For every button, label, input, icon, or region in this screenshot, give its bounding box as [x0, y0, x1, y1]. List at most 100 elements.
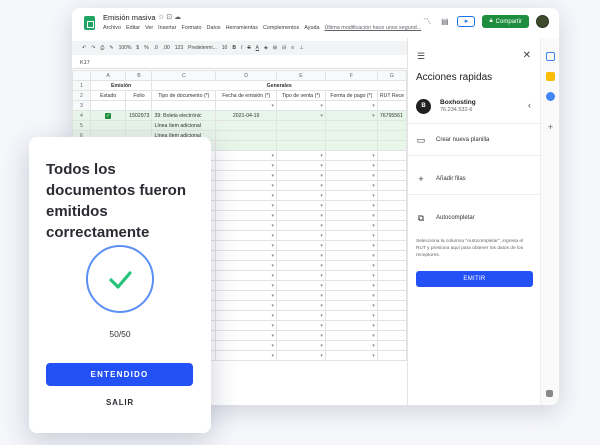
cell[interactable] — [376, 220, 407, 231]
chevron-left-icon[interactable]: ‹ — [528, 100, 531, 110]
cell[interactable] — [376, 200, 407, 211]
menu-item-6[interactable]: Herramientas — [226, 25, 258, 31]
cell[interactable]: ▾ — [276, 270, 326, 281]
cell[interactable]: ▾ — [276, 180, 326, 191]
cell[interactable]: ▾ — [276, 220, 326, 231]
cell[interactable]: ▾ — [324, 260, 378, 271]
cell[interactable]: ▾ — [324, 290, 378, 301]
column-header[interactable]: Estado — [89, 90, 127, 101]
menu-item-7[interactable]: Complementos — [263, 25, 299, 31]
column-header[interactable]: Folio — [125, 90, 153, 101]
redo-icon[interactable]: ↷ — [91, 45, 95, 51]
table-row[interactable]: 1 Emisión Generales — [72, 80, 407, 91]
cell[interactable]: ▾ — [324, 170, 378, 181]
cell[interactable]: ▾ — [276, 170, 326, 181]
cell[interactable] — [376, 120, 407, 131]
bold-button[interactable]: B — [232, 45, 236, 51]
cell[interactable]: ▾ — [215, 350, 278, 361]
column-header[interactable]: Forma de pago (*) — [324, 90, 378, 101]
cell[interactable] — [376, 130, 407, 141]
cloud-icon[interactable]: ☁ — [174, 14, 183, 21]
menu-item-1[interactable]: Editar — [126, 25, 140, 31]
comment-icon[interactable]: ▤ — [439, 16, 450, 27]
column-letter[interactable]: D — [215, 70, 278, 81]
date-cell[interactable]: 2021-04-19 — [215, 110, 278, 121]
folio-cell[interactable]: 1502973 — [125, 110, 153, 121]
text-color-button[interactable]: A — [256, 45, 259, 51]
cell[interactable] — [376, 180, 407, 191]
cell[interactable]: ▾ — [215, 340, 278, 351]
cell[interactable] — [89, 120, 127, 131]
menu-item-0[interactable]: Archivo — [103, 25, 121, 31]
column-header[interactable]: Tipo de documento (*) — [151, 90, 217, 101]
cell[interactable]: ▾ — [215, 280, 278, 291]
action-autocomplete[interactable]: ⧉ Autocompletar — [408, 204, 541, 234]
cell[interactable] — [276, 140, 326, 151]
cell[interactable]: ▾ — [215, 230, 278, 241]
cell[interactable]: ▾ — [276, 290, 326, 301]
cell[interactable]: ▾ — [215, 290, 278, 301]
cell[interactable]: ▾ — [276, 110, 326, 121]
cell[interactable]: ▾ — [215, 330, 278, 341]
cell[interactable] — [376, 330, 407, 341]
column-letter[interactable]: A — [89, 70, 127, 81]
cell[interactable]: ▾ — [276, 210, 326, 221]
cell[interactable]: ▾ — [276, 100, 326, 111]
cell[interactable]: ▾ — [324, 210, 378, 221]
calendar-icon[interactable] — [546, 52, 555, 61]
name-box[interactable]: K17 — [80, 60, 90, 66]
cell[interactable]: ▾ — [324, 300, 378, 311]
cell[interactable]: ▾ — [324, 320, 378, 331]
understood-button[interactable]: ENTENDIDO — [46, 363, 193, 386]
cell[interactable]: ▾ — [215, 210, 278, 221]
cell[interactable]: ▾ — [215, 150, 278, 161]
group-header-emision[interactable]: Emisión — [89, 80, 153, 91]
currency-button[interactable]: $ — [136, 45, 139, 51]
menu-item-3[interactable]: Insertar — [158, 25, 176, 31]
row-number[interactable]: 1 — [72, 80, 91, 91]
cell[interactable]: ▾ — [324, 110, 378, 121]
cell[interactable] — [376, 340, 407, 351]
column-letter[interactable]: E — [276, 70, 326, 81]
cell[interactable]: ▾ — [276, 330, 326, 341]
cell[interactable] — [215, 130, 278, 141]
italic-button[interactable]: I — [241, 45, 242, 51]
header-row[interactable]: 2 Estado Folio Tipo de documento (*) Fecha d… — [72, 90, 407, 101]
tasks-icon[interactable] — [546, 92, 555, 101]
undo-icon[interactable]: ↶ — [82, 45, 86, 51]
cell[interactable]: ▾ — [215, 270, 278, 281]
table-row[interactable]: 3 ▾ ▾ ▾ — [72, 100, 407, 111]
row-number[interactable]: 5 — [72, 120, 91, 131]
hamburger-icon[interactable]: ☰ — [417, 51, 425, 62]
last-edit-link[interactable]: Última modificación hace unos segund... — [324, 25, 421, 31]
cell[interactable] — [376, 170, 407, 181]
cell[interactable] — [376, 290, 407, 301]
cell[interactable] — [376, 190, 407, 201]
cell[interactable]: ▾ — [276, 150, 326, 161]
row-number[interactable]: 4 — [72, 110, 91, 121]
column-letter[interactable] — [72, 70, 91, 81]
menu-item-2[interactable]: Ver — [145, 25, 153, 31]
menu-item-4[interactable]: Formato — [181, 25, 201, 31]
cell[interactable]: ▾ — [324, 180, 378, 191]
menu-item-5[interactable]: Datos — [207, 25, 221, 31]
cell[interactable] — [376, 260, 407, 271]
cell[interactable]: ▾ — [215, 160, 278, 171]
cell[interactable]: ▾ — [324, 100, 378, 111]
cell[interactable]: ▾ — [324, 160, 378, 171]
avatar[interactable] — [536, 15, 549, 28]
cell[interactable]: ▾ — [324, 150, 378, 161]
move-icon[interactable]: ⊡ — [166, 14, 174, 21]
cell[interactable]: ▾ — [276, 260, 326, 271]
cell[interactable]: ▾ — [324, 190, 378, 201]
cell[interactable] — [376, 140, 407, 151]
cell[interactable]: ▾ — [276, 250, 326, 261]
add-addon-icon[interactable]: + — [546, 123, 555, 132]
cell[interactable]: ▾ — [324, 340, 378, 351]
cell[interactable] — [151, 100, 217, 111]
cell[interactable] — [376, 240, 407, 251]
cell[interactable] — [376, 100, 407, 111]
cell[interactable] — [215, 140, 278, 151]
line-item-cell[interactable]: Línea ítem adicional — [151, 120, 217, 131]
cell[interactable] — [215, 120, 278, 131]
